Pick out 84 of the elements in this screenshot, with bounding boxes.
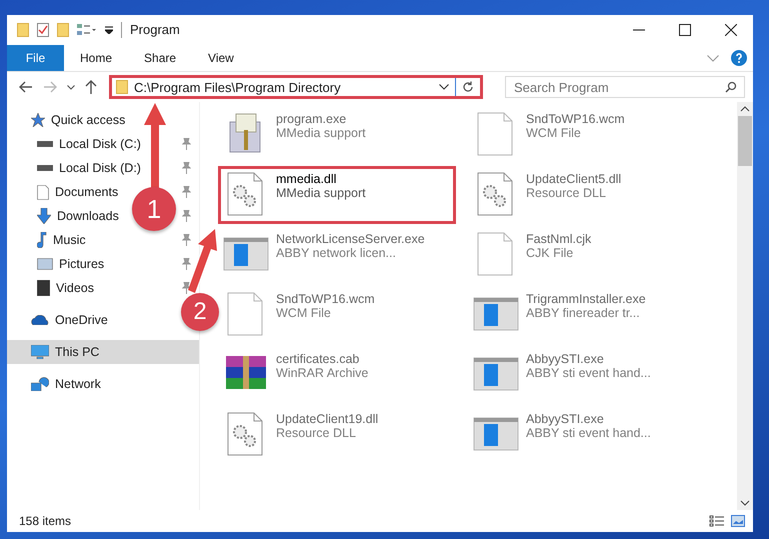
file-name[interactable]: SndToWP16.wcm [526, 112, 625, 126]
drive-icon [37, 141, 53, 147]
file-type: MMedia support [276, 126, 366, 140]
chevron-down-icon[interactable] [439, 84, 449, 90]
ribbon-tab[interactable]: Share [128, 45, 192, 71]
file-name[interactable]: UpdateClient5.dll [526, 172, 622, 186]
monitor-icon [31, 345, 49, 359]
file-type: WinRAR Archive [276, 366, 368, 380]
download-arrow-icon [37, 208, 51, 224]
file-type: ABBY sti event hand... [526, 366, 651, 380]
sidebar-item[interactable]: Network [31, 377, 101, 391]
file-type: ABBY sti event hand... [526, 426, 651, 440]
ribbon-tab[interactable]: File [7, 45, 64, 71]
drive-icon [37, 165, 53, 171]
scrollbar[interactable] [737, 102, 753, 510]
back-icon[interactable] [19, 81, 33, 93]
document-icon [37, 184, 49, 200]
cloud-icon [31, 315, 49, 325]
item-count: 158 items [19, 514, 72, 528]
file-type: Resource DLL [526, 186, 607, 200]
folder-icon [116, 80, 128, 94]
pin-icon[interactable] [182, 162, 191, 174]
file-type: CJK File [526, 246, 574, 260]
file-name[interactable]: NetworkLicenseServer.exe [276, 232, 425, 246]
file-name[interactable]: certificates.cab [276, 352, 368, 366]
sidebar-item[interactable]: Music [37, 232, 86, 248]
film-icon [37, 280, 50, 296]
pin-icon[interactable] [182, 234, 191, 246]
scrollbar-thumb[interactable] [738, 116, 752, 166]
chevron-down-icon[interactable] [67, 84, 75, 90]
sidebar-item[interactable]: Videos [37, 280, 94, 296]
checklist-icon[interactable] [37, 23, 49, 37]
ribbon-tab[interactable]: View [192, 45, 250, 71]
file-name[interactable]: AbbyySTI.exe [526, 412, 651, 426]
properties-icon[interactable] [77, 24, 97, 36]
maximize-icon[interactable] [679, 24, 691, 36]
file-name[interactable]: SndToWP16.wcm [276, 292, 375, 306]
file-name[interactable]: mmedia.dll [276, 172, 366, 186]
arrow-icon [187, 229, 219, 293]
tiles-view-icon[interactable] [731, 515, 745, 527]
file-name[interactable]: AbbyySTI.exe [526, 352, 651, 366]
sidebar-item[interactable]: Pictures [37, 257, 104, 271]
sidebar-item[interactable]: Local Disk (D:) [37, 161, 141, 175]
file-name[interactable]: program.exe [276, 112, 366, 126]
step-number: 1 [132, 187, 176, 231]
pin-icon[interactable] [182, 210, 191, 222]
sidebar-item[interactable]: This PC [31, 345, 100, 359]
file-type: Resource DLL [276, 426, 357, 440]
window-title: Program [121, 22, 180, 38]
sidebar-item[interactable]: Downloads [37, 208, 119, 224]
sidebar-item[interactable]: Documents [37, 184, 118, 200]
picture-icon [37, 258, 53, 270]
file-type: WCM File [276, 306, 332, 320]
ribbon-tab[interactable]: Home [64, 45, 128, 71]
search-icon [725, 81, 737, 93]
file-name[interactable]: FastNml.cjk [526, 232, 592, 246]
help-icon[interactable] [731, 50, 747, 66]
sidebar-item[interactable]: OneDrive [31, 313, 108, 327]
dropdown-icon[interactable] [105, 26, 113, 34]
up-icon[interactable] [85, 80, 97, 94]
address-path: C:\Program Files\Program Directory [134, 80, 342, 94]
pin-icon[interactable] [182, 186, 191, 198]
pin-icon[interactable] [182, 138, 191, 150]
step-number: 2 [181, 293, 219, 331]
address-bar[interactable]: C:\Program Files\Program Directory [109, 75, 483, 99]
file-type: ABBY finereader tr... [526, 306, 641, 320]
pin-icon[interactable] [182, 258, 191, 270]
file-name[interactable]: UpdateClient19.dll [276, 412, 378, 426]
file-name[interactable]: TrigrammInstaller.exe [526, 292, 646, 306]
file-type: WCM File [526, 126, 582, 140]
refresh-icon[interactable] [462, 81, 474, 93]
details-view-icon[interactable] [709, 515, 725, 527]
minimize-icon[interactable] [633, 29, 645, 31]
file-type: MMedia support [276, 186, 366, 200]
music-note-icon [37, 232, 47, 248]
pin-icon[interactable] [182, 282, 191, 294]
sidebar-item[interactable]: Quick access [31, 113, 126, 127]
search-field[interactable]: Search Program [505, 76, 745, 98]
star-icon [31, 113, 45, 127]
file-type: ABBY network licen... [276, 246, 397, 260]
sidebar-item[interactable]: Local Disk (C:) [37, 137, 141, 151]
scroll-down-icon[interactable] [740, 500, 750, 506]
scroll-up-icon[interactable] [740, 106, 750, 112]
close-icon[interactable] [725, 24, 737, 36]
